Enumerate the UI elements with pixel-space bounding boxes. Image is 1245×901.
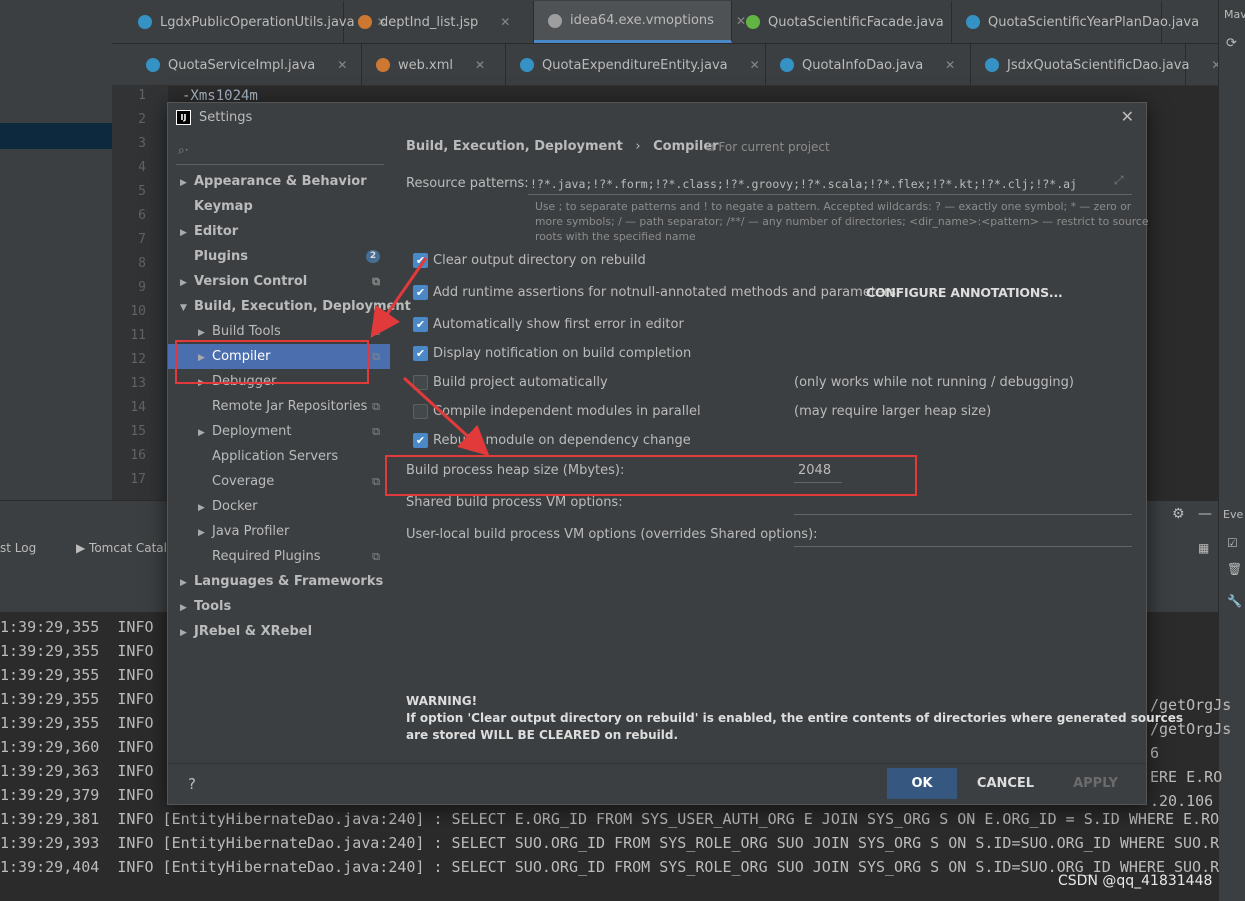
watermark: CSDN @qq_41831448	[1058, 873, 1213, 889]
arrow-to-heap	[402, 376, 490, 457]
arrow-to-compiler	[370, 257, 428, 338]
annotation-arrows	[370, 257, 490, 457]
